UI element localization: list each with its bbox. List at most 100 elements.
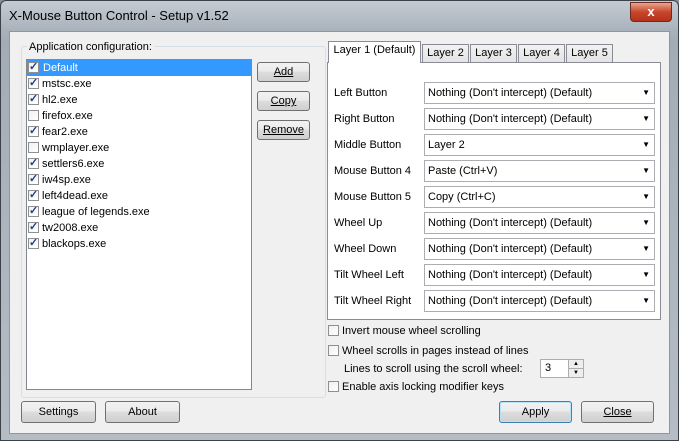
mapping-action-dropdown[interactable]: Nothing (Don't intercept) (Default) ▼ [424,212,655,234]
app-list-item[interactable]: tw2008.exe [27,219,251,236]
mapping-action-value: Nothing (Don't intercept) (Default) [428,217,593,229]
mapping-action-value: Nothing (Don't intercept) (Default) [428,113,593,125]
app-list-item[interactable]: wmplayer.exe [27,140,251,156]
chevron-down-icon[interactable]: ▼ [642,109,650,129]
tab-layer-1[interactable]: Layer 1 (Default) [328,41,421,63]
chevron-down-icon[interactable]: ▼ [642,213,650,233]
app-list-item[interactable]: hl2.exe [27,91,251,108]
mapping-label: Mouse Button 4 [334,165,412,177]
spin-up-icon[interactable]: ▲ [568,360,583,369]
app-list-item[interactable]: left4dead.exe [27,187,251,204]
apply-button[interactable]: Apply [499,401,572,423]
app-enabled-checkbox[interactable] [28,60,39,75]
chevron-down-icon[interactable]: ▼ [642,161,650,181]
add-button[interactable]: Add [257,62,310,82]
app-list[interactable]: Default mstsc.exe hl2.exe firefox.exe fear2.… [26,59,252,390]
chevron-down-icon[interactable]: ▼ [642,187,650,207]
scroll-pages-checkbox[interactable] [328,345,339,356]
copy-button-label: Copy [270,95,297,107]
app-enabled-checkbox[interactable] [28,142,39,153]
mapping-action-value: Nothing (Don't intercept) (Default) [428,295,593,307]
tab-layer-2-label: Layer 2 [427,47,464,59]
tab-layer-1-label: Layer 1 (Default) [333,44,416,56]
app-list-item[interactable]: iw4sp.exe [27,171,251,188]
mapping-action-dropdown[interactable]: Paste (Ctrl+V) ▼ [424,160,655,182]
app-window: X-Mouse Button Control - Setup v1.52 x A… [0,0,679,441]
app-enabled-checkbox[interactable] [28,155,39,171]
app-config-label: Application configuration: [27,41,154,53]
app-enabled-checkbox[interactable] [28,219,39,235]
apply-button-label: Apply [521,406,550,418]
app-enabled-checkbox[interactable] [28,75,39,91]
mapping-action-dropdown[interactable]: Nothing (Don't intercept) (Default) ▼ [424,108,655,130]
chevron-down-icon[interactable]: ▼ [642,83,650,103]
app-enabled-checkbox[interactable] [28,235,39,251]
mapping-action-value: Nothing (Don't intercept) (Default) [428,87,593,99]
tab-layer-4[interactable]: Layer 4 [518,44,565,63]
tab-layer-3-label: Layer 3 [475,47,512,59]
chevron-down-icon[interactable]: ▼ [642,265,650,285]
spin-down-icon[interactable]: ▼ [568,369,583,377]
app-list-item-label: firefox.exe [42,110,93,122]
app-list-item[interactable]: Default [27,60,251,76]
settings-button[interactable]: Settings [21,401,96,423]
tab-layer-4-label: Layer 4 [523,47,560,59]
app-list-item[interactable]: firefox.exe [27,108,251,124]
app-enabled-checkbox[interactable] [28,203,39,219]
app-enabled-checkbox[interactable] [28,171,39,187]
remove-button-label: Remove [263,124,304,136]
mapping-label: Wheel Up [334,217,383,229]
app-enabled-checkbox[interactable] [28,110,39,121]
axis-locking-label: Enable axis locking modifier keys [342,381,505,393]
settings-button-label: Settings [38,406,79,418]
app-list-item-label: wmplayer.exe [42,142,110,154]
mapping-action-dropdown[interactable]: Nothing (Don't intercept) (Default) ▼ [424,238,655,260]
chevron-down-icon[interactable]: ▼ [642,291,650,311]
app-list-item[interactable]: mstsc.exe [27,75,251,92]
tab-layer-3[interactable]: Layer 3 [470,44,517,63]
mapping-label: Wheel Down [334,243,397,255]
tab-layer-5[interactable]: Layer 5 [566,44,613,63]
close-button[interactable]: Close [581,401,654,423]
lines-to-scroll-label: Lines to scroll using the scroll wheel: [344,363,523,375]
invert-scroll-label: Invert mouse wheel scrolling [342,325,481,337]
app-enabled-checkbox[interactable] [28,91,39,107]
app-enabled-checkbox[interactable] [28,187,39,203]
lines-to-scroll-spinner[interactable]: 3 ▲ ▼ [540,359,584,378]
remove-button[interactable]: Remove [257,120,310,140]
mapping-action-dropdown[interactable]: Layer 2 ▼ [424,134,655,156]
mapping-action-dropdown[interactable]: Nothing (Don't intercept) (Default) ▼ [424,82,655,104]
invert-scroll-checkbox[interactable] [328,325,339,336]
mapping-action-dropdown[interactable]: Nothing (Don't intercept) (Default) ▼ [424,264,655,286]
chevron-down-icon[interactable]: ▼ [642,135,650,155]
invert-scroll-option[interactable]: Invert mouse wheel scrolling [328,325,481,337]
layer-tab-panel: Left Button Nothing (Don't intercept) (De… [327,62,661,320]
axis-locking-checkbox[interactable] [328,381,339,392]
app-list-item[interactable]: fear2.exe [27,123,251,140]
mapping-label: Left Button [334,87,388,99]
app-list-item[interactable]: blackops.exe [27,235,251,252]
app-list-item-label: tw2008.exe [42,222,99,234]
about-button-label: About [128,406,157,418]
app-list-item-label: hl2.exe [42,94,78,106]
tab-layer-2[interactable]: Layer 2 [422,44,469,63]
scroll-pages-option[interactable]: Wheel scrolls in pages instead of lines [328,345,528,357]
mapping-action-dropdown[interactable]: Nothing (Don't intercept) (Default) ▼ [424,290,655,312]
app-list-item[interactable]: league of legends.exe [27,203,251,220]
window-close-button[interactable]: x [630,2,672,22]
mapping-action-value: Nothing (Don't intercept) (Default) [428,243,593,255]
copy-button[interactable]: Copy [257,91,310,111]
axis-locking-option[interactable]: Enable axis locking modifier keys [328,381,504,393]
window-title: X-Mouse Button Control - Setup v1.52 [9,8,229,23]
chevron-down-icon[interactable]: ▼ [642,239,650,259]
title-bar[interactable]: X-Mouse Button Control - Setup v1.52 x [1,1,678,31]
app-list-item-label: iw4sp.exe [42,174,91,186]
dialog-client-area: Application configuration: Default mstsc.… [9,31,670,434]
app-enabled-checkbox[interactable] [28,123,39,139]
app-list-item-label: settlers6.exe [42,158,105,170]
app-list-item[interactable]: settlers6.exe [27,155,251,172]
mapping-action-dropdown[interactable]: Copy (Ctrl+C) ▼ [424,186,655,208]
about-button[interactable]: About [105,401,180,423]
app-list-item-label: Default [42,62,81,74]
mapping-action-value: Copy (Ctrl+C) [428,191,496,203]
